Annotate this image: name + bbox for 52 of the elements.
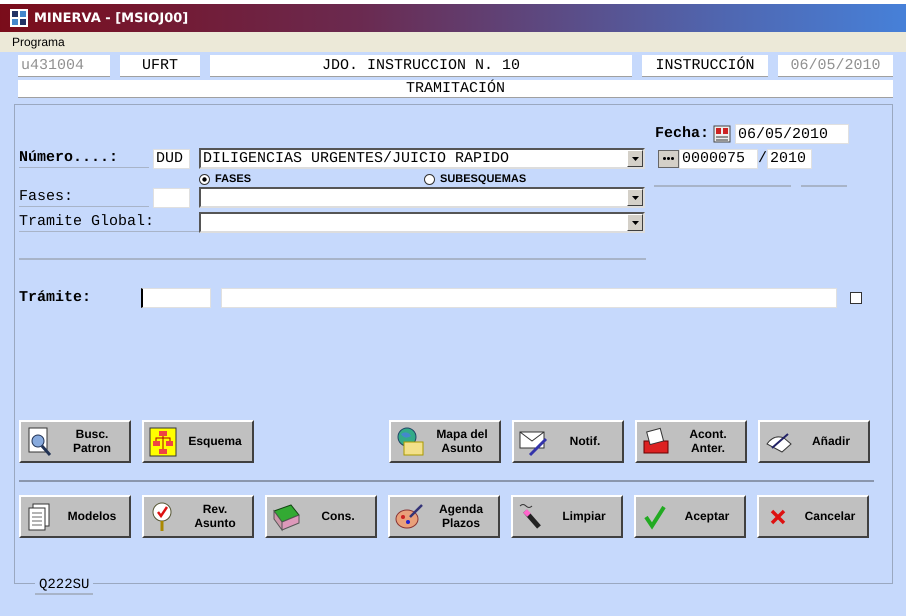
dropdown-arrow-icon — [632, 220, 638, 224]
toolbar-button[interactable]: Esquema — [142, 420, 254, 463]
form-code: Q222SU — [39, 577, 90, 593]
app-icon — [10, 9, 28, 27]
toolbar-button[interactable]: Busc. Patron — [19, 420, 131, 463]
code-field[interactable]: DUD — [153, 148, 190, 168]
fecha-label: Fecha: — [655, 125, 710, 143]
tramite-code-field[interactable] — [141, 288, 211, 308]
toolbar-button[interactable]: Cancelar — [757, 495, 869, 538]
date-field[interactable]: 06/05/2010 — [735, 124, 850, 144]
case-number-field[interactable]: 0000075 — [679, 148, 758, 168]
tree-chart-icon — [148, 426, 178, 458]
toolbar-button[interactable]: Limpiar — [511, 495, 623, 538]
separator: / — [758, 150, 768, 167]
unit-cell: UFRT — [120, 55, 200, 77]
procedure-dropdown[interactable]: DILIGENCIAS URGENTES/JUICIO RAPIDO — [199, 148, 645, 169]
user-cell: u431004 — [18, 55, 110, 77]
toolbar-button[interactable]: Añadir — [758, 420, 870, 463]
globe-folder-icon — [395, 426, 425, 458]
dropdown-arrow-icon — [632, 156, 638, 160]
radio-label: FASES — [215, 173, 252, 185]
fases-dropdown[interactable] — [199, 187, 645, 208]
toolbar-button[interactable]: Mapa del Asunto — [389, 420, 501, 463]
tramite-global-dropdown[interactable] — [199, 212, 645, 233]
menu-item[interactable]: Programa — [12, 35, 65, 49]
toolbar-button[interactable]: Acont. Anter. — [635, 420, 747, 463]
fase-code-field[interactable] — [153, 188, 190, 208]
toolbar-button[interactable]: Agenda Plazos — [388, 495, 500, 538]
tramite-description-field[interactable] — [221, 288, 837, 308]
court-cell: JDO. INSTRUCCION N. 10 — [210, 55, 632, 77]
year-field[interactable]: 2010 — [767, 148, 812, 168]
numero-label: Número....: — [19, 149, 149, 168]
fases-label: Fases: — [19, 188, 149, 207]
court-type-cell: INSTRUCCIÓN — [642, 55, 768, 77]
date-cell: 06/05/2010 — [778, 55, 893, 77]
dropdown-arrow-icon — [632, 196, 638, 200]
toolbar-button[interactable]: Cons. — [265, 495, 377, 538]
toolbar-button[interactable]: Rev. Asunto — [142, 495, 254, 538]
radio-label: SUBESQUEMAS — [440, 173, 526, 185]
radio-button[interactable] — [424, 174, 435, 184]
toolbar-button[interactable]: Notif. — [512, 420, 624, 463]
calendar-icon[interactable] — [713, 125, 732, 143]
ellipsis-button[interactable] — [658, 150, 679, 168]
radio-button[interactable] — [199, 174, 210, 184]
toolbar-button[interactable]: Modelos — [19, 495, 131, 538]
ellipsis-icon — [663, 157, 674, 160]
tramite-global-label: Tramite Global: — [19, 213, 199, 232]
window-title: MINERVA - [MSIOJ00] — [34, 10, 188, 26]
section-title: TRAMITACIÓN — [18, 80, 893, 98]
checkbox[interactable] — [850, 292, 862, 304]
toolbar-button[interactable]: Aceptar — [634, 495, 746, 538]
tramite-label: Trámite: — [19, 289, 92, 307]
